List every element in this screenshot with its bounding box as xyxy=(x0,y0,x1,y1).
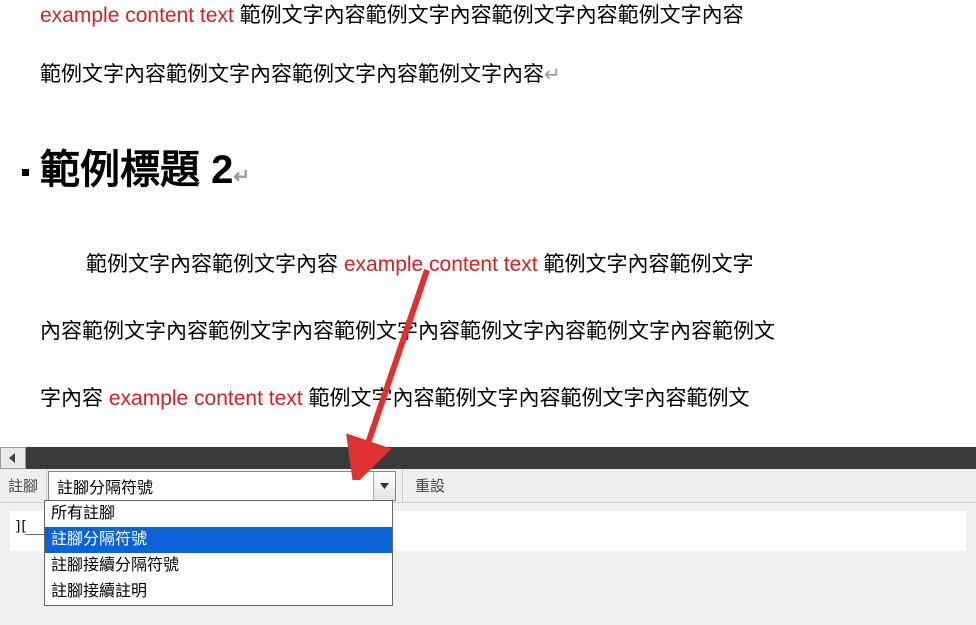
footnote-type-select[interactable]: 註腳分隔符號 xyxy=(48,471,396,501)
paragraph-mark-icon: ↵ xyxy=(544,64,561,86)
footnote-label: 註腳 xyxy=(0,469,47,502)
body-paragraph: 範例文字內容範例文字內容 example content text 範例文字內容… xyxy=(40,231,936,433)
horizontal-scrollbar[interactable] xyxy=(0,447,976,469)
document-canvas[interactable]: example content text 範例文字內容範例文字內容範例文字內容範… xyxy=(0,0,976,447)
select-current-value: 註腳分隔符號 xyxy=(49,474,373,498)
reset-button[interactable]: 重設 xyxy=(402,469,457,502)
dropdown-option[interactable]: 註腳接續註明 xyxy=(45,579,392,605)
footnote-pane: 註腳 註腳分隔符號 重設 所有註腳註腳分隔符號註腳接續分隔符號註腳接續註明 ][… xyxy=(0,469,976,625)
heading-text: 範例標題 2 xyxy=(40,148,233,192)
dropdown-option[interactable]: 註腳分隔符號 xyxy=(45,527,392,553)
body-text: 範例文字內容範例文字內容範例文字內容範例文字內容 xyxy=(40,63,544,86)
dropdown-button[interactable] xyxy=(373,472,395,500)
scroll-left-button[interactable] xyxy=(0,447,26,469)
footnote-type-dropdown: 所有註腳註腳分隔符號註腳接續分隔符號註腳接續註明 xyxy=(44,500,393,606)
footnote-toolbar: 註腳 註腳分隔符號 重設 xyxy=(0,469,976,503)
body-text: 內容範例文字內容範例文字內容範例文字內容範例文字內容範例文字內容範例文 xyxy=(40,320,775,343)
tracked-change-text: example content text xyxy=(40,4,234,27)
body-text: 範例文字內容範例文字內容 xyxy=(86,253,344,276)
triangle-left-icon xyxy=(9,453,17,463)
body-text: 範例文字內容範例文字內容範例文字內容範例文 xyxy=(303,387,750,410)
body-text: 範例文字內容範例文字內容範例文字內容範例文字內容 xyxy=(234,4,744,27)
dropdown-option[interactable]: 註腳接續分隔符號 xyxy=(45,553,392,579)
body-text: 範例文字內容範例文字 xyxy=(538,253,754,276)
body-text: 字內容 xyxy=(40,387,109,410)
chevron-down-icon xyxy=(380,483,389,489)
heading-marker-icon xyxy=(22,169,29,176)
tracked-change-text: example content text xyxy=(344,253,538,276)
body-line: example content text 範例文字內容範例文字內容範例文字內容範… xyxy=(40,0,936,46)
tracked-change-text: example content text xyxy=(109,387,303,410)
dropdown-option[interactable]: 所有註腳 xyxy=(45,501,392,527)
scrollbar-track[interactable] xyxy=(26,447,976,469)
body-line: 範例文字內容範例文字內容範例文字內容範例文字內容↵ xyxy=(40,46,936,105)
paragraph-mark-icon: ↵ xyxy=(233,166,250,188)
heading-2: 範例標題 2↵ xyxy=(40,144,936,196)
